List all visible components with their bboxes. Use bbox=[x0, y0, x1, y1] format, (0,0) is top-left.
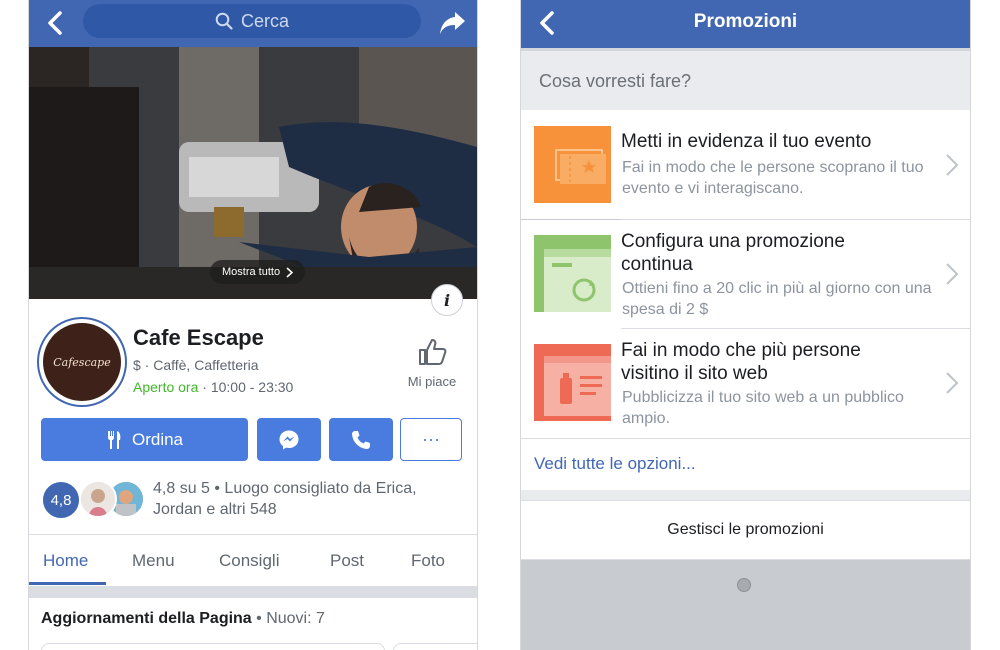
like-label: Mi piace bbox=[407, 374, 457, 389]
top-bar: Promozioni bbox=[521, 0, 970, 48]
updates-count: Nuovi: 7 bbox=[266, 610, 325, 627]
manage-promotions-button[interactable]: Gestisci le promozioni bbox=[521, 500, 970, 560]
event-ticket-icon bbox=[534, 126, 611, 203]
option-website-visits[interactable]: Fai in modo che più persone visitino il … bbox=[521, 329, 970, 438]
update-card[interactable] bbox=[41, 643, 385, 650]
friend-photo bbox=[81, 482, 115, 516]
chevron-right-icon bbox=[946, 263, 959, 285]
page-avatar[interactable]: Cafescape bbox=[37, 317, 127, 407]
like-button[interactable]: Mi piace bbox=[402, 337, 462, 389]
rating-summary[interactable]: 4,8 su 5 • Luogo consigliato da Erica, J… bbox=[153, 478, 463, 520]
updates-title: Aggiornamenti della Pagina bbox=[41, 610, 252, 627]
page-updates-heading: Aggiornamenti della Pagina • Nuovi: 7 bbox=[41, 610, 325, 627]
opening-hours: Aperto ora · 10:00 - 23:30 bbox=[133, 379, 293, 395]
home-indicator[interactable] bbox=[737, 578, 751, 592]
order-button[interactable]: Ordina bbox=[41, 418, 248, 461]
fork-knife-icon bbox=[107, 430, 121, 449]
section-header: Cosa vorresti fare? bbox=[521, 48, 970, 110]
hours-range: · 10:00 - 23:30 bbox=[198, 379, 294, 395]
section-divider bbox=[29, 586, 477, 598]
continuous-promo-icon bbox=[534, 235, 611, 312]
search-icon bbox=[215, 12, 233, 30]
cafe-logo-text: Cafescape bbox=[53, 355, 111, 369]
page-screen: Cerca Mostra tutto i Cafescape Cafe Esca… bbox=[28, 0, 478, 650]
messenger-button[interactable] bbox=[257, 418, 321, 461]
call-button[interactable] bbox=[329, 418, 393, 461]
info-icon: i bbox=[443, 290, 451, 310]
chevron-right-icon bbox=[946, 372, 959, 394]
active-tab-indicator bbox=[29, 582, 106, 585]
show-all-button[interactable]: Mostra tutto bbox=[210, 260, 306, 284]
messenger-icon bbox=[279, 430, 299, 449]
option-description: Ottieni fino a 20 clic in più al giorno … bbox=[622, 280, 932, 318]
question-text: Cosa vorresti fare? bbox=[539, 71, 692, 91]
option-description: Pubblicizza il tuo sito web a un pubblic… bbox=[622, 389, 904, 427]
screen-title: Promozioni bbox=[693, 11, 798, 32]
manage-section: Gestisci le promozioni bbox=[521, 490, 970, 560]
page-category: $ · Caffè, Caffetteria bbox=[133, 357, 259, 373]
cafe-logo: Cafescape bbox=[43, 323, 121, 401]
top-bar: Cerca bbox=[29, 0, 477, 47]
tab-post[interactable]: Post bbox=[330, 551, 364, 571]
open-status: Aperto ora bbox=[133, 379, 199, 395]
phone-icon bbox=[352, 430, 370, 449]
friend-avatar bbox=[79, 480, 117, 518]
search-input[interactable]: Cerca bbox=[83, 4, 421, 38]
option-continuous-promotion[interactable]: Configura una promozione continua Ottien… bbox=[521, 220, 970, 329]
show-all-label: Mostra tutto bbox=[222, 266, 281, 278]
website-icon bbox=[534, 344, 611, 421]
see-all-options: Vedi tutte le opzioni... bbox=[521, 438, 970, 491]
order-label: Ordina bbox=[131, 429, 184, 449]
option-title: Configura una promozione continua bbox=[621, 231, 845, 275]
chevron-right-icon bbox=[946, 154, 959, 176]
more-button[interactable]: ··· bbox=[400, 418, 462, 461]
back-arrow-icon[interactable] bbox=[43, 9, 69, 37]
search-placeholder: Cerca bbox=[240, 10, 289, 31]
option-title: Fai in modo che più persone visitino il … bbox=[621, 340, 861, 384]
page-tabs: Home Menu Consigli Post Foto bbox=[29, 534, 477, 587]
tab-menu[interactable]: Menu bbox=[132, 551, 175, 571]
see-all-link[interactable]: Vedi tutte le opzioni... bbox=[534, 454, 696, 474]
tab-home[interactable]: Home bbox=[43, 551, 88, 571]
update-card[interactable] bbox=[393, 643, 477, 650]
thumbs-up-icon bbox=[419, 339, 447, 365]
rating-badge: 4,8 bbox=[41, 480, 81, 520]
chevron-right-icon bbox=[286, 266, 294, 278]
tab-foto[interactable]: Foto bbox=[411, 551, 445, 571]
option-title: Metti in evidenza il tuo evento bbox=[621, 131, 872, 152]
option-description: Fai in modo che le persone scoprano il t… bbox=[622, 159, 924, 197]
share-icon[interactable] bbox=[437, 8, 467, 38]
more-icon: ··· bbox=[422, 429, 440, 449]
promotions-screen: Promozioni Cosa vorresti fare? Metti in … bbox=[520, 0, 971, 650]
page-title: Cafe Escape bbox=[133, 325, 264, 350]
info-button[interactable]: i bbox=[431, 284, 463, 316]
tab-consigli[interactable]: Consigli bbox=[219, 551, 279, 571]
option-promote-event[interactable]: Metti in evidenza il tuo evento Fai in m… bbox=[521, 110, 970, 219]
